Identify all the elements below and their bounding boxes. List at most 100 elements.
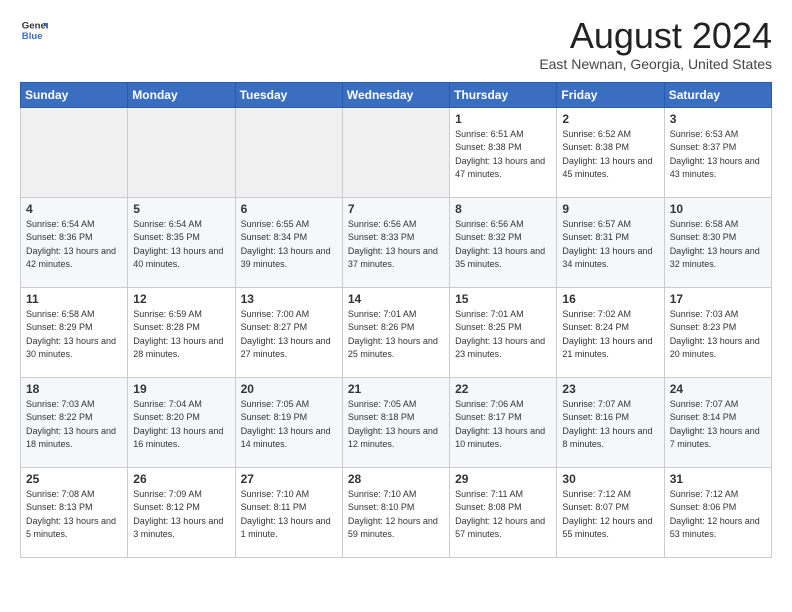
- day-cell: 11 Sunrise: 6:58 AMSunset: 8:29 PMDayligh…: [21, 287, 128, 377]
- weekday-header-row: SundayMondayTuesdayWednesdayThursdayFrid…: [21, 82, 772, 107]
- day-cell: 10 Sunrise: 6:58 AMSunset: 8:30 PMDayligh…: [664, 197, 771, 287]
- day-cell: 9 Sunrise: 6:57 AMSunset: 8:31 PMDaylight…: [557, 197, 664, 287]
- weekday-header-friday: Friday: [557, 82, 664, 107]
- day-cell: 26Sunrise: 7:09 AMSunset: 8:12 PMDayligh…: [128, 467, 235, 557]
- day-info: Sunrise: 7:10 AMSunset: 8:10 PMDaylight:…: [348, 488, 444, 542]
- day-number: 9: [562, 202, 658, 216]
- day-info: Sunrise: 6:56 AMSunset: 8:32 PMDaylight:…: [455, 218, 551, 272]
- day-number: 16: [562, 292, 658, 306]
- day-cell: [235, 107, 342, 197]
- day-cell: [21, 107, 128, 197]
- logo-icon: General Blue: [20, 16, 48, 44]
- day-cell: 13 Sunrise: 7:00 AMSunset: 8:27 PMDayligh…: [235, 287, 342, 377]
- day-info: Sunrise: 7:04 AMSunset: 8:20 PMDaylight:…: [133, 398, 229, 452]
- location: East Newnan, Georgia, United States: [539, 56, 772, 72]
- day-cell: 18 Sunrise: 7:03 AMSunset: 8:22 PMDayligh…: [21, 377, 128, 467]
- svg-text:General: General: [22, 20, 48, 31]
- day-info: Sunrise: 6:55 AMSunset: 8:34 PMDaylight:…: [241, 218, 337, 272]
- month-title: August 2024: [539, 16, 772, 56]
- weekday-header-tuesday: Tuesday: [235, 82, 342, 107]
- day-number: 3: [670, 112, 766, 126]
- day-info: Sunrise: 6:57 AMSunset: 8:31 PMDaylight:…: [562, 218, 658, 272]
- day-cell: 5 Sunrise: 6:54 AMSunset: 8:35 PMDaylight…: [128, 197, 235, 287]
- day-number: 13: [241, 292, 337, 306]
- day-cell: 15 Sunrise: 7:01 AMSunset: 8:25 PMDayligh…: [450, 287, 557, 377]
- day-number: 31: [670, 472, 766, 486]
- svg-text:Blue: Blue: [22, 31, 43, 42]
- day-info: Sunrise: 6:58 AMSunset: 8:30 PMDaylight:…: [670, 218, 766, 272]
- day-info: Sunrise: 7:03 AMSunset: 8:22 PMDaylight:…: [26, 398, 122, 452]
- day-number: 25: [26, 472, 122, 486]
- title-area: August 2024 East Newnan, Georgia, United…: [539, 16, 772, 72]
- day-cell: 20Sunrise: 7:05 AMSunset: 8:19 PMDayligh…: [235, 377, 342, 467]
- week-row-3: 11 Sunrise: 6:58 AMSunset: 8:29 PMDayligh…: [21, 287, 772, 377]
- day-info: Sunrise: 7:00 AMSunset: 8:27 PMDaylight:…: [241, 308, 337, 362]
- day-info: Sunrise: 7:05 AMSunset: 8:19 PMDaylight:…: [241, 398, 337, 452]
- day-info: Sunrise: 6:52 AMSunset: 8:38 PMDaylight:…: [562, 128, 658, 182]
- calendar: SundayMondayTuesdayWednesdayThursdayFrid…: [20, 82, 772, 558]
- day-cell: 28 Sunrise: 7:10 AMSunset: 8:10 PMDayligh…: [342, 467, 449, 557]
- day-number: 19: [133, 382, 229, 396]
- day-info: Sunrise: 7:08 AMSunset: 8:13 PMDaylight:…: [26, 488, 122, 542]
- day-number: 10: [670, 202, 766, 216]
- day-info: Sunrise: 7:01 AMSunset: 8:25 PMDaylight:…: [455, 308, 551, 362]
- day-info: Sunrise: 7:02 AMSunset: 8:24 PMDaylight:…: [562, 308, 658, 362]
- day-cell: 27 Sunrise: 7:10 AMSunset: 8:11 PMDayligh…: [235, 467, 342, 557]
- day-cell: 25 Sunrise: 7:08 AMSunset: 8:13 PMDayligh…: [21, 467, 128, 557]
- day-info: Sunrise: 7:07 AMSunset: 8:16 PMDaylight:…: [562, 398, 658, 452]
- day-cell: 1Sunrise: 6:51 AMSunset: 8:38 PMDaylight…: [450, 107, 557, 197]
- day-number: 18: [26, 382, 122, 396]
- day-info: Sunrise: 6:54 AMSunset: 8:36 PMDaylight:…: [26, 218, 122, 272]
- day-number: 30: [562, 472, 658, 486]
- day-number: 7: [348, 202, 444, 216]
- day-cell: 19 Sunrise: 7:04 AMSunset: 8:20 PMDayligh…: [128, 377, 235, 467]
- day-cell: 30Sunrise: 7:12 AMSunset: 8:07 PMDayligh…: [557, 467, 664, 557]
- day-number: 14: [348, 292, 444, 306]
- weekday-header-sunday: Sunday: [21, 82, 128, 107]
- day-cell: 8 Sunrise: 6:56 AMSunset: 8:32 PMDaylight…: [450, 197, 557, 287]
- day-number: 21: [348, 382, 444, 396]
- logo: General Blue: [20, 16, 48, 44]
- day-number: 4: [26, 202, 122, 216]
- weekday-header-saturday: Saturday: [664, 82, 771, 107]
- day-cell: 3 Sunrise: 6:53 AMSunset: 8:37 PMDaylight…: [664, 107, 771, 197]
- day-info: Sunrise: 7:07 AMSunset: 8:14 PMDaylight:…: [670, 398, 766, 452]
- day-cell: 16 Sunrise: 7:02 AMSunset: 8:24 PMDayligh…: [557, 287, 664, 377]
- day-cell: 29Sunrise: 7:11 AMSunset: 8:08 PMDayligh…: [450, 467, 557, 557]
- day-cell: 17Sunrise: 7:03 AMSunset: 8:23 PMDayligh…: [664, 287, 771, 377]
- day-number: 28: [348, 472, 444, 486]
- week-row-4: 18 Sunrise: 7:03 AMSunset: 8:22 PMDayligh…: [21, 377, 772, 467]
- day-info: Sunrise: 6:54 AMSunset: 8:35 PMDaylight:…: [133, 218, 229, 272]
- day-info: Sunrise: 7:10 AMSunset: 8:11 PMDaylight:…: [241, 488, 337, 542]
- day-info: Sunrise: 6:53 AMSunset: 8:37 PMDaylight:…: [670, 128, 766, 182]
- day-number: 6: [241, 202, 337, 216]
- day-cell: 12Sunrise: 6:59 AMSunset: 8:28 PMDayligh…: [128, 287, 235, 377]
- day-cell: [342, 107, 449, 197]
- day-number: 15: [455, 292, 551, 306]
- day-info: Sunrise: 7:11 AMSunset: 8:08 PMDaylight:…: [455, 488, 551, 542]
- day-cell: 14Sunrise: 7:01 AMSunset: 8:26 PMDayligh…: [342, 287, 449, 377]
- day-info: Sunrise: 6:58 AMSunset: 8:29 PMDaylight:…: [26, 308, 122, 362]
- day-number: 8: [455, 202, 551, 216]
- day-number: 2: [562, 112, 658, 126]
- day-cell: 6 Sunrise: 6:55 AMSunset: 8:34 PMDaylight…: [235, 197, 342, 287]
- day-cell: 4 Sunrise: 6:54 AMSunset: 8:36 PMDaylight…: [21, 197, 128, 287]
- page-header: General Blue August 2024 East Newnan, Ge…: [20, 16, 772, 72]
- week-row-5: 25 Sunrise: 7:08 AMSunset: 8:13 PMDayligh…: [21, 467, 772, 557]
- week-row-1: 1Sunrise: 6:51 AMSunset: 8:38 PMDaylight…: [21, 107, 772, 197]
- day-number: 27: [241, 472, 337, 486]
- day-number: 26: [133, 472, 229, 486]
- day-cell: 2 Sunrise: 6:52 AMSunset: 8:38 PMDaylight…: [557, 107, 664, 197]
- day-info: Sunrise: 7:06 AMSunset: 8:17 PMDaylight:…: [455, 398, 551, 452]
- day-number: 24: [670, 382, 766, 396]
- day-number: 11: [26, 292, 122, 306]
- day-cell: 7 Sunrise: 6:56 AMSunset: 8:33 PMDaylight…: [342, 197, 449, 287]
- day-cell: [128, 107, 235, 197]
- day-number: 5: [133, 202, 229, 216]
- day-cell: 24 Sunrise: 7:07 AMSunset: 8:14 PMDayligh…: [664, 377, 771, 467]
- day-cell: 21Sunrise: 7:05 AMSunset: 8:18 PMDayligh…: [342, 377, 449, 467]
- day-info: Sunrise: 6:56 AMSunset: 8:33 PMDaylight:…: [348, 218, 444, 272]
- day-info: Sunrise: 6:59 AMSunset: 8:28 PMDaylight:…: [133, 308, 229, 362]
- day-info: Sunrise: 7:12 AMSunset: 8:06 PMDaylight:…: [670, 488, 766, 542]
- day-cell: 22Sunrise: 7:06 AMSunset: 8:17 PMDayligh…: [450, 377, 557, 467]
